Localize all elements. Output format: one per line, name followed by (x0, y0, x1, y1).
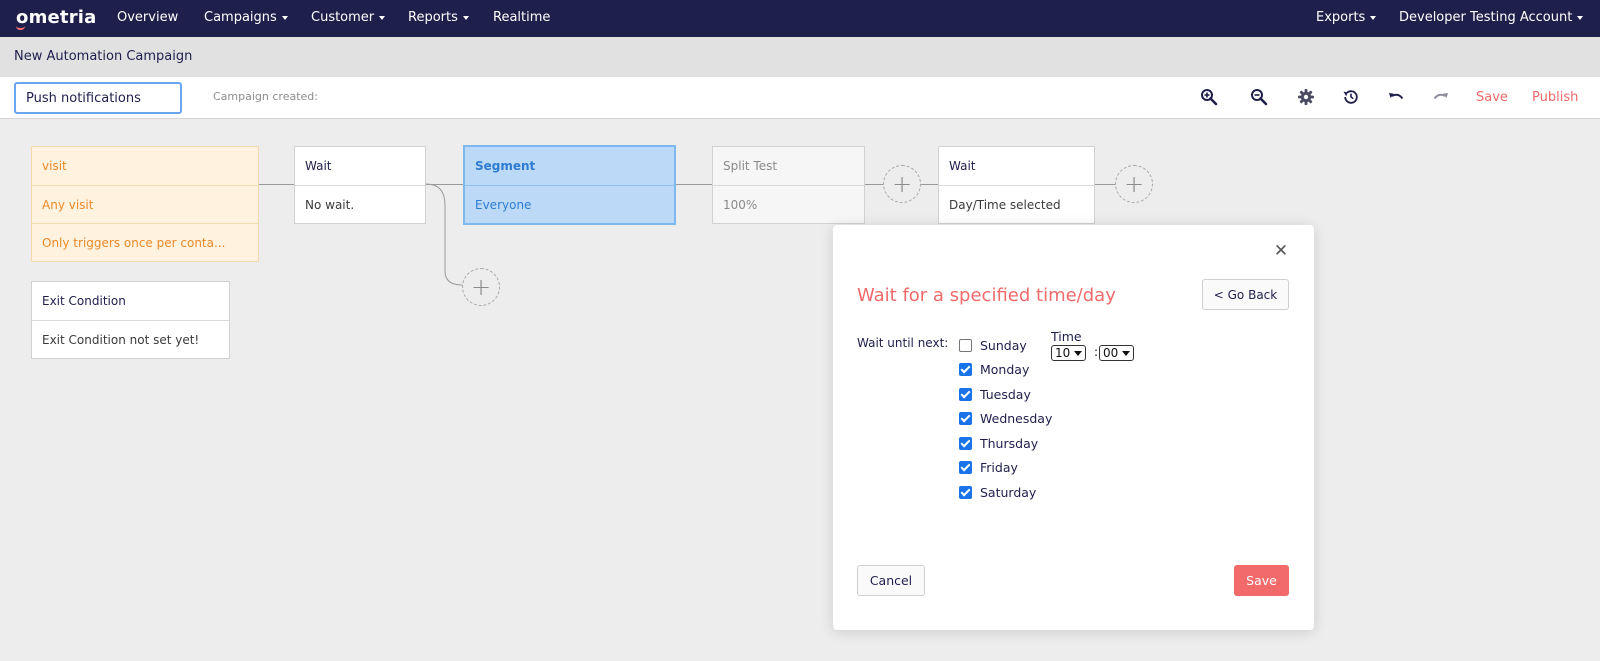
sunday-checkbox[interactable] (959, 338, 972, 352)
monday-checkbox[interactable] (959, 363, 972, 377)
logo-swoosh (16, 26, 25, 30)
day-option[interactable]: Friday (959, 456, 1052, 481)
tuesday-checkbox[interactable] (959, 387, 972, 401)
hour-select[interactable]: 10 (1051, 345, 1087, 361)
page-header: New Automation Campaign (0, 37, 1600, 77)
cancel-button[interactable]: Cancel (857, 565, 925, 596)
history-icon[interactable] (1340, 86, 1362, 108)
thursday-checkbox[interactable] (959, 436, 972, 450)
split-test-value: 100% (713, 185, 864, 223)
exit-condition-node[interactable]: Exit Condition Exit Condition not set ye… (31, 281, 230, 359)
modal-title: Wait for a specified time/day (857, 285, 1116, 306)
day-option[interactable]: Saturday (959, 480, 1052, 505)
day-option[interactable]: Sunday (959, 333, 1052, 358)
trigger-rule: Only triggers once per conta... (32, 223, 258, 261)
top-nav: ometria Overview Campaigns Customer Repo… (0, 0, 1600, 37)
campaign-created-label: Campaign created: (213, 90, 318, 103)
day-label: Thursday (980, 435, 1039, 451)
wednesday-checkbox[interactable] (959, 412, 972, 426)
wait-node-2[interactable]: Wait Day/Time selected (938, 146, 1095, 224)
account-menu[interactable]: Developer Testing Account (1399, 10, 1583, 25)
day-label: Sunday (980, 337, 1027, 353)
saturday-checkbox[interactable] (959, 485, 972, 499)
segment-title: Segment (475, 159, 536, 173)
segment-node[interactable]: Segment Everyone (463, 145, 676, 225)
wait-title: Wait (305, 159, 332, 173)
time-label: Time (1051, 329, 1082, 344)
wait-title: Wait (949, 159, 976, 173)
nav-exports[interactable]: Exports (1316, 10, 1376, 25)
segment-value: Everyone (465, 185, 674, 223)
chevron-down-icon (1122, 350, 1131, 356)
redo-icon[interactable] (1430, 86, 1452, 108)
connector (1095, 184, 1115, 185)
logo-text: ometria (16, 7, 97, 28)
zoom-in-icon[interactable] (1198, 86, 1220, 108)
nav-campaigns[interactable]: Campaigns (204, 10, 288, 25)
wait-value: Day/Time selected (939, 185, 1094, 223)
connector (258, 184, 294, 185)
nav-overview[interactable]: Overview (117, 10, 178, 25)
day-label: Wednesday (980, 411, 1053, 427)
trigger-node[interactable]: visit Any visit Only triggers once per c… (31, 146, 259, 262)
automation-canvas: visit Any visit Only triggers once per c… (0, 119, 1600, 661)
connector (865, 184, 883, 185)
trigger-title: visit (42, 159, 67, 173)
ometria-logo[interactable]: ometria (16, 7, 97, 30)
gear-icon[interactable] (1295, 86, 1317, 108)
wait-node[interactable]: Wait No wait. (294, 146, 426, 224)
nav-customer[interactable]: Customer (311, 10, 385, 25)
chevron-down-icon (1074, 350, 1083, 356)
nav-realtime[interactable]: Realtime (493, 10, 550, 25)
day-checkbox-list: Sunday Monday Tuesday Wednesday Thursday… (959, 333, 1052, 505)
day-label: Tuesday (980, 386, 1031, 402)
day-option[interactable]: Monday (959, 358, 1052, 383)
nav-reports[interactable]: Reports (408, 10, 469, 25)
split-test-node[interactable]: Split Test 100% (712, 146, 865, 224)
branch-connector (426, 183, 463, 286)
connector (921, 184, 938, 185)
wait-until-label: Wait until next: (857, 336, 949, 350)
day-label: Monday (980, 362, 1030, 378)
day-label: Friday (980, 460, 1018, 476)
split-test-title: Split Test (723, 159, 778, 173)
add-step-button[interactable]: + (1115, 165, 1153, 203)
close-icon[interactable]: ✕ (1273, 243, 1289, 260)
wait-settings-modal: ✕ Wait for a specified time/day < Go Bac… (833, 225, 1314, 630)
add-step-button[interactable]: + (883, 165, 921, 203)
time-separator: : (1094, 345, 1099, 359)
trigger-event: Any visit (32, 185, 258, 223)
friday-checkbox[interactable] (959, 461, 972, 475)
hour-value: 10 (1055, 346, 1071, 360)
wait-value: No wait. (295, 185, 425, 223)
campaign-toolbar: Campaign created: Save Publish (0, 77, 1600, 119)
day-option[interactable]: Thursday (959, 431, 1052, 456)
minute-value: 00 (1103, 346, 1119, 360)
minute-select[interactable]: 00 (1099, 345, 1135, 361)
zoom-out-icon[interactable] (1248, 86, 1270, 108)
undo-icon[interactable] (1385, 86, 1407, 108)
campaign-name-input[interactable] (14, 82, 182, 114)
day-option[interactable]: Wednesday (959, 407, 1052, 432)
exit-condition-title: Exit Condition (42, 294, 126, 308)
day-option[interactable]: Tuesday (959, 382, 1052, 407)
save-button[interactable]: Save (1476, 90, 1508, 105)
modal-save-button[interactable]: Save (1234, 565, 1289, 596)
exit-condition-value: Exit Condition not set yet! (32, 320, 229, 358)
connector (675, 184, 712, 185)
go-back-button[interactable]: < Go Back (1202, 279, 1289, 310)
publish-button[interactable]: Publish (1532, 90, 1578, 105)
day-label: Saturday (980, 484, 1037, 500)
page-title: New Automation Campaign (14, 49, 193, 64)
add-branch-step-button[interactable]: + (462, 268, 500, 306)
